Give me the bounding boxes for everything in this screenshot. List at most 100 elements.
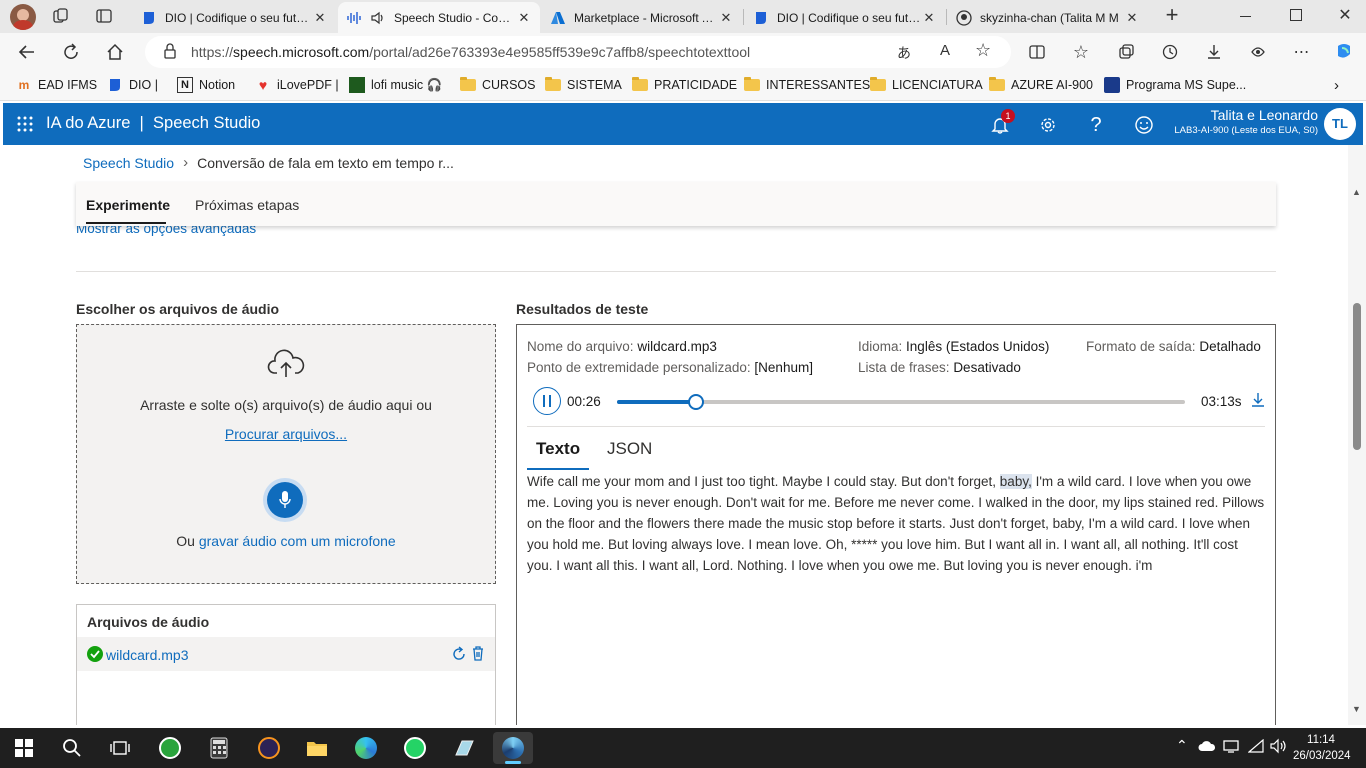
user-account[interactable]: Talita e Leonardo LAB3-AI-900 (Leste dos… bbox=[1163, 107, 1318, 136]
wifi-icon[interactable] bbox=[1247, 738, 1264, 756]
calculator-icon[interactable] bbox=[199, 732, 239, 764]
eclipse-icon[interactable] bbox=[249, 732, 289, 764]
whatsapp-icon[interactable] bbox=[395, 732, 435, 764]
windows-start-icon[interactable] bbox=[4, 732, 44, 764]
breadcrumb-speech-studio[interactable]: Speech Studio bbox=[83, 155, 174, 171]
browser-tab-speech-studio[interactable]: Speech Studio - Conversão ✕ bbox=[338, 2, 540, 33]
close-tab-icon[interactable]: ✕ bbox=[516, 10, 532, 26]
minimize-button[interactable] bbox=[1240, 8, 1260, 24]
show-hidden-icons-icon[interactable]: ⌃ bbox=[1176, 737, 1188, 754]
address-bar[interactable]: https://speech.microsoft.com/portal/ad26… bbox=[145, 36, 1011, 68]
delete-trash-icon[interactable] bbox=[471, 645, 485, 664]
more-options-icon[interactable]: ⋯ bbox=[1287, 37, 1317, 67]
download-icon[interactable] bbox=[1251, 392, 1265, 411]
bookmark-folder-interessantes[interactable]: INTERESSANTES bbox=[744, 77, 870, 93]
bookmark-lofi-music[interactable]: lofi music 🎧 bbox=[349, 77, 442, 93]
app-brand[interactable]: IA do Azure | Speech Studio bbox=[46, 114, 260, 133]
bookmark-ead-ifms[interactable]: m EAD IFMS bbox=[16, 77, 97, 93]
search-icon[interactable] bbox=[52, 732, 92, 764]
app-header: IA do Azure | Speech Studio 1 ? Talita e… bbox=[3, 103, 1363, 145]
more-bookmarks-icon[interactable]: › bbox=[1334, 77, 1339, 94]
transcript-text: Wife call me your mom and I just too tig… bbox=[527, 474, 1265, 573]
tab-actions-icon[interactable] bbox=[95, 7, 113, 25]
feedback-smiley-icon[interactable] bbox=[1130, 111, 1158, 139]
device-icon[interactable] bbox=[1223, 739, 1239, 756]
help-icon[interactable]: ? bbox=[1082, 111, 1110, 139]
audio-file-name[interactable]: wildcard.mp3 bbox=[106, 647, 188, 663]
close-tab-icon[interactable]: ✕ bbox=[312, 10, 328, 26]
app-launcher-icon[interactable] bbox=[17, 116, 33, 132]
file-explorer-icon[interactable] bbox=[297, 732, 337, 764]
bookmark-folder-azure[interactable]: AZURE AI-900 bbox=[989, 77, 1093, 93]
edge-browser-icon[interactable] bbox=[346, 732, 386, 764]
azure-favicon-icon bbox=[550, 10, 566, 26]
collections-icon[interactable] bbox=[1111, 37, 1141, 67]
bookmark-folder-praticidade[interactable]: PRATICIDADE bbox=[632, 77, 737, 93]
bookmark-folder-licenciatura[interactable]: LICENCIATURA bbox=[870, 77, 983, 93]
profile-avatar[interactable] bbox=[10, 4, 36, 30]
tab-proximas-etapas[interactable]: Próximas etapas bbox=[195, 197, 299, 213]
favorite-star-icon[interactable]: ☆ bbox=[975, 40, 991, 61]
browser-tab-github[interactable]: skyzinha-chan (Talita M M ✕ bbox=[948, 2, 1148, 33]
lock-icon[interactable] bbox=[163, 42, 177, 62]
restore-button[interactable] bbox=[1290, 9, 1302, 21]
bookmark-folder-cursos[interactable]: CURSOS bbox=[460, 77, 535, 93]
reprocess-icon[interactable] bbox=[451, 646, 467, 665]
favorites-icon[interactable]: ☆ bbox=[1066, 37, 1096, 67]
performance-icon[interactable] bbox=[1243, 37, 1273, 67]
tab-experimente[interactable]: Experimente bbox=[86, 197, 170, 213]
new-tab-button[interactable]: + bbox=[1160, 4, 1184, 28]
scroll-up-arrow-icon[interactable]: ▲ bbox=[1352, 187, 1361, 197]
downloads-icon[interactable] bbox=[1199, 37, 1229, 67]
browse-files-link[interactable]: Procurar arquivos... bbox=[77, 426, 495, 442]
bookmark-folder-sistema[interactable]: SISTEMA bbox=[545, 77, 622, 93]
results-panel: Nome do arquivo: wildcard.mp3 Idioma: In… bbox=[516, 324, 1276, 725]
xbox-app-icon[interactable] bbox=[150, 732, 190, 764]
back-button[interactable] bbox=[12, 37, 42, 67]
avatar[interactable]: TL bbox=[1324, 108, 1356, 140]
record-audio-link[interactable]: gravar áudio com um microfone bbox=[199, 533, 396, 549]
volume-icon[interactable] bbox=[1270, 738, 1288, 757]
seek-thumb[interactable] bbox=[687, 394, 704, 410]
notepad-app-icon[interactable] bbox=[444, 732, 484, 764]
audio-playing-icon[interactable] bbox=[370, 10, 386, 26]
history-icon[interactable] bbox=[1155, 37, 1185, 67]
transcript-highlight: baby, bbox=[999, 474, 1032, 489]
edge-dev-active-icon[interactable] bbox=[493, 732, 533, 764]
close-tab-icon[interactable]: ✕ bbox=[718, 10, 734, 26]
scroll-thumb[interactable] bbox=[1353, 303, 1361, 450]
settings-gear-icon[interactable] bbox=[1034, 111, 1062, 139]
refresh-button[interactable] bbox=[56, 37, 86, 67]
dropzone[interactable]: Arraste e solte o(s) arquivo(s) de áudio… bbox=[76, 324, 496, 584]
browser-tab-dio-1[interactable]: DIO | Codifique o seu futuro ✕ bbox=[133, 2, 336, 33]
bookmark-programa-ms[interactable]: Programa MS Supe... bbox=[1104, 77, 1246, 93]
tab-json[interactable]: JSON bbox=[607, 439, 652, 459]
read-aloud-icon[interactable]: A bbox=[940, 42, 950, 59]
record-microphone-button[interactable] bbox=[263, 478, 307, 522]
bookmark-dio[interactable]: DIO | bbox=[107, 77, 158, 93]
onedrive-cloud-icon[interactable] bbox=[1198, 740, 1216, 755]
browser-tab-dio-2[interactable]: DIO | Codifique o seu futuro ✕ bbox=[745, 2, 945, 33]
home-button[interactable] bbox=[100, 37, 130, 67]
pause-button[interactable] bbox=[533, 387, 561, 415]
clock-date: 26/03/2024 bbox=[1293, 750, 1351, 762]
split-screen-icon[interactable] bbox=[1022, 37, 1052, 67]
browser-tab-marketplace[interactable]: Marketplace - Microsoft Azure ✕ bbox=[542, 2, 742, 33]
translate-icon[interactable]: あ bbox=[897, 43, 911, 63]
scroll-down-arrow-icon[interactable]: ▼ bbox=[1352, 704, 1361, 714]
copilot-icon[interactable] bbox=[1329, 37, 1359, 67]
tab-bar: Experimente Próximas etapas bbox=[76, 182, 1276, 226]
close-tab-icon[interactable]: ✕ bbox=[921, 10, 937, 26]
clock[interactable]: 11:14 26/03/2024 bbox=[1293, 732, 1351, 764]
close-window-button[interactable]: ✕ bbox=[1335, 5, 1355, 25]
notifications-bell-icon[interactable]: 1 bbox=[986, 109, 1015, 139]
list-item[interactable]: wildcard.mp3 bbox=[77, 637, 495, 671]
tab-texto[interactable]: Texto bbox=[536, 439, 580, 459]
audio-seek-slider[interactable] bbox=[617, 394, 1185, 410]
bookmark-ilovepdf[interactable]: ♥ iLovePDF | bbox=[255, 77, 339, 93]
task-view-icon[interactable] bbox=[100, 732, 140, 764]
page-scrollbar[interactable]: ▲ ▼ bbox=[1348, 145, 1366, 725]
close-tab-icon[interactable]: ✕ bbox=[1124, 10, 1140, 26]
bookmark-notion[interactable]: N Notion bbox=[177, 77, 235, 93]
workspaces-icon[interactable] bbox=[52, 7, 70, 25]
